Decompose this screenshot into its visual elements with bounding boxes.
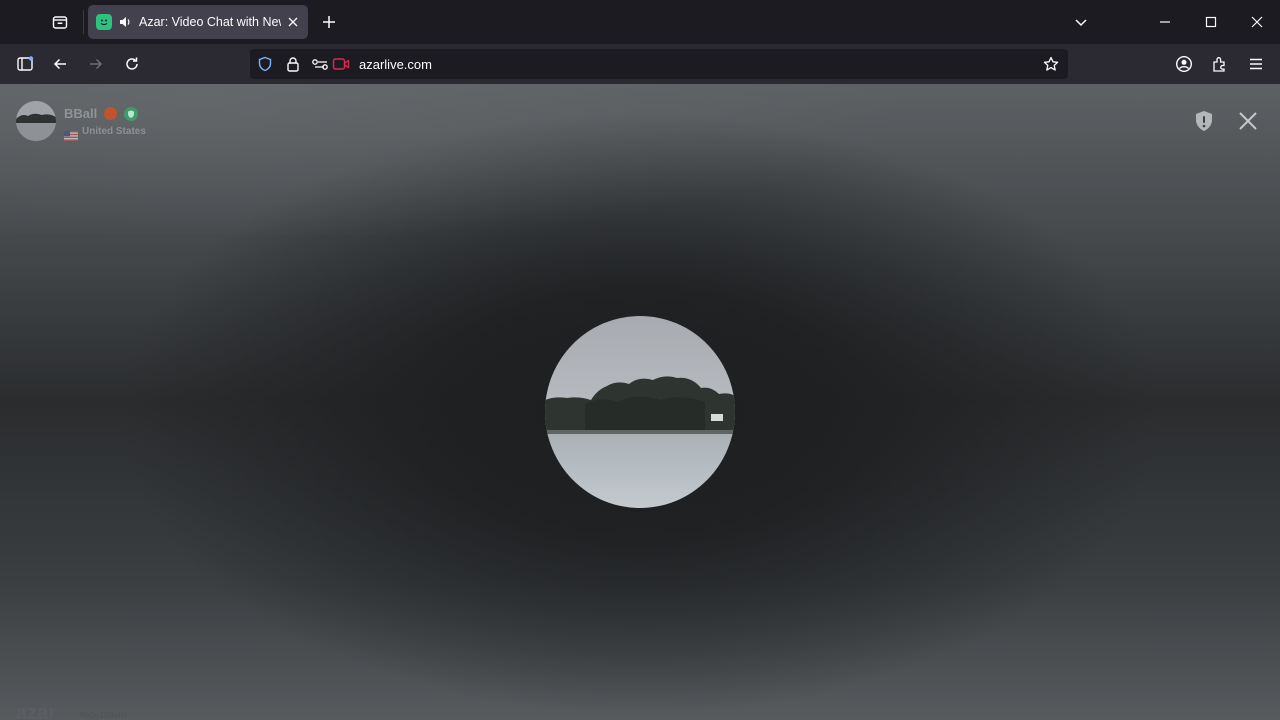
extensions-icon[interactable] <box>1208 52 1232 76</box>
remote-video-preview <box>545 316 735 508</box>
basketball-icon <box>104 107 117 120</box>
nav-bar: azarlive.com <box>0 44 1280 84</box>
tab-separator <box>83 10 84 34</box>
camera-in-use-icon[interactable] <box>332 55 350 73</box>
video-chat-stage: BBall United States azar MmQgIOReHf <box>0 84 1280 720</box>
window-close-icon[interactable] <box>1246 11 1268 33</box>
new-tab-icon[interactable] <box>318 11 340 33</box>
reload-icon[interactable] <box>120 52 144 76</box>
back-arrow-icon[interactable] <box>48 52 72 76</box>
minimize-icon[interactable] <box>1154 11 1176 33</box>
us-flag-icon <box>64 128 78 141</box>
report-shield-icon[interactable] <box>1192 108 1216 134</box>
tab-azar[interactable]: Azar: Video Chat with New <box>88 5 308 39</box>
url-text: azarlive.com <box>359 57 432 72</box>
maximize-icon[interactable] <box>1200 11 1222 33</box>
menu-icon[interactable] <box>1244 52 1268 76</box>
address-bar[interactable]: azarlive.com <box>250 49 1068 79</box>
lock-icon[interactable] <box>284 55 302 73</box>
forward-arrow-icon[interactable] <box>84 52 108 76</box>
tab-close-icon[interactable] <box>285 14 301 30</box>
account-icon[interactable] <box>1172 52 1196 76</box>
sidebar-icon[interactable] <box>13 52 37 76</box>
avatar[interactable] <box>16 101 56 141</box>
permissions-icon[interactable] <box>311 55 329 73</box>
speaker-icon[interactable] <box>118 15 132 29</box>
tab-title: Azar: Video Chat with New <box>139 15 281 29</box>
peer-name: BBall <box>64 106 98 121</box>
azar-logo: azar <box>16 702 57 720</box>
top-vignette <box>0 84 1280 234</box>
chevron-down-icon[interactable] <box>1070 11 1092 33</box>
bookmark-star-icon[interactable] <box>1042 55 1060 73</box>
session-id: MmQgIOReHf <box>80 711 129 720</box>
tracking-shield-icon[interactable] <box>256 55 274 73</box>
verified-shield-icon <box>124 107 138 121</box>
tab-overview-icon[interactable] <box>48 10 72 34</box>
peer-country: United States <box>82 126 146 137</box>
tab-strip: Azar: Video Chat with New <box>0 0 1280 44</box>
azar-favicon-icon <box>96 14 112 30</box>
close-icon[interactable] <box>1236 109 1260 133</box>
